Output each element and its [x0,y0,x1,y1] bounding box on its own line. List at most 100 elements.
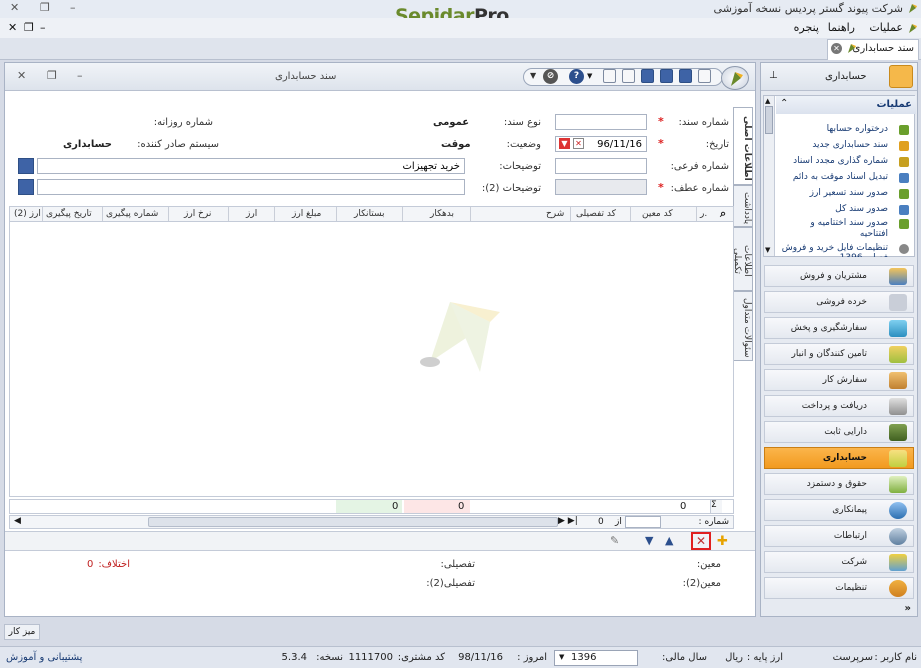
doc-restore-icon[interactable]: ❐ [47,69,57,82]
support-link[interactable]: پشتیبانی و آموزش [6,652,82,663]
scroll-left-icon[interactable]: ◀ [14,516,21,526]
doc-minimize-icon[interactable]: – [77,69,83,82]
col-moein-code[interactable]: کد معین [642,209,673,219]
module-company[interactable]: شرکت [764,551,914,573]
tab-notes[interactable]: یادداشت [733,185,753,227]
description2-input[interactable] [37,179,465,195]
mdi-minimize-icon[interactable]: – [40,21,46,34]
module-payroll[interactable]: حقوق و دستمزد [764,473,914,495]
doc-number-input[interactable] [555,114,647,130]
panel-expand-icon[interactable]: » [905,603,911,614]
module-receipts-payments[interactable]: دریافت و پرداخت [764,395,914,417]
operations-header[interactable]: عملیات ⌃ [776,96,916,114]
op-closing-opening[interactable]: صدور سند اختتامیه و [810,218,888,228]
module-retail[interactable]: خرده فروشی [764,291,914,313]
new-document-icon[interactable] [698,69,711,83]
col-rate[interactable]: نرخ ارز [184,209,211,219]
calculator-icon[interactable]: ⊘ [543,69,558,84]
col-currency[interactable]: ارز [246,209,257,219]
ops-scroll-up-icon[interactable]: ▲ [765,97,770,105]
col-tafsili-code[interactable]: کد تفصیلی [576,209,616,219]
minimize-window-icon[interactable]: – [70,1,76,14]
col-currency2[interactable]: ارز (2) [14,209,41,219]
description-input[interactable] [37,158,465,174]
edit-row-icon[interactable]: ✎ [610,534,619,547]
col-credit[interactable]: بستانکار [354,209,385,219]
module-customers-sales[interactable]: مشتریان و فروش [764,265,914,287]
module-accounting[interactable]: حسابداری [764,447,914,469]
save-close-icon[interactable] [660,69,673,83]
op-closing-opening-line2[interactable]: افتتاحیه [860,229,888,239]
delete-row-button[interactable]: ✕ [691,532,711,550]
tab-faq[interactable]: سئوالات متداول [733,291,753,361]
op-renumber[interactable]: شماره گذاری مجدد اسناد [793,156,888,166]
module-work-order[interactable]: سفارش کار [764,369,914,391]
col-tracking-date[interactable]: تاریخ پیگیری [46,209,92,219]
restore-window-icon[interactable]: ❐ [40,1,50,14]
mdi-restore-icon[interactable]: ❐ [24,21,34,34]
op-new-document[interactable]: سند حسابداری جدید [812,140,888,150]
op-exchange-document[interactable]: صدور سند تسعیر ارز [810,188,888,198]
horizontal-scrollbar[interactable] [148,517,558,527]
ops-scroll-down-icon[interactable]: ▼ [765,246,770,254]
panel-header: ⊥ حسابداری [761,63,917,91]
sub-number-input[interactable] [555,158,647,174]
help-icon[interactable]: ? [569,69,584,84]
save-new-icon[interactable] [641,69,654,83]
desk-button[interactable]: میز کار [4,624,40,640]
tab-main-info[interactable]: اطلاعات اصلی [733,107,753,185]
collapse-icon[interactable]: ⌃ [780,98,788,109]
tab-additional-info[interactable]: اطلاعات تکمیلی [732,227,753,291]
module-settings[interactable]: تنظیمات [764,577,914,599]
col-currency-amount[interactable]: مبلغ ارز [292,209,321,219]
move-down-icon[interactable]: ▼ [645,534,653,547]
module-fixed-assets[interactable]: دارایی ثابت [764,421,914,443]
module-ordering-distribution[interactable]: سفارشگیری و پخش [764,317,914,339]
document-lines-grid[interactable] [9,222,734,497]
module-communications[interactable]: ارتباطات [764,525,914,547]
op-trade-file-settings[interactable]: تنظیمات فایل خرید و فروش [782,243,888,253]
grid-search-icon[interactable]: ⌕ [720,207,726,221]
ops-scroll-thumb[interactable] [765,106,773,134]
menu-help[interactable]: راهنما [828,21,855,34]
mdi-close-icon[interactable]: ✕ [8,21,17,34]
nav-number-input[interactable] [625,516,661,528]
save-description2-icon[interactable] [18,179,34,195]
close-window-icon[interactable]: ✕ [10,1,19,14]
col-tracking-number[interactable]: شماره پیگیری [106,209,158,219]
tab-accounting-document[interactable]: ✕ سند حسابداری [827,39,919,60]
save-icon[interactable] [679,69,692,83]
col-row[interactable]: ر. [700,209,707,219]
pin-icon[interactable]: ⊥ [769,70,778,81]
grid-header: ⌕ ر. کد معین کد تفصیلی شرح بدهکار بستانک… [9,206,734,222]
op-convert-permanent[interactable]: تبدیل اسناد موقت به دائم [793,172,888,182]
close-tab-icon[interactable]: ✕ [831,43,842,54]
op-accounts-tree[interactable]: درختواره حسابها [827,124,888,134]
clear-date-icon[interactable]: ✕ [573,138,584,149]
module-contracting[interactable]: پیمانکاری [764,499,914,521]
module-suppliers-warehouse[interactable]: تامین کنندگان و انبار [764,343,914,365]
col-debit[interactable]: بدهکار [430,209,454,219]
col-description[interactable]: شرح [546,209,564,219]
print-icon[interactable] [603,69,616,83]
move-up-icon[interactable]: ▲ [665,534,673,547]
op-trade-file-settings-line2[interactable]: فصلی 1396 [840,253,888,257]
menu-operations[interactable]: عملیات [869,21,903,34]
copy-icon[interactable] [622,69,635,83]
save-description-icon[interactable] [18,158,34,174]
add-row-icon[interactable]: ✚ [717,534,728,549]
ops-scrollbar[interactable]: ▲ ▼ [764,96,775,256]
fiscal-year-select[interactable]: ▼ 1396 [554,650,638,666]
menu-window[interactable]: پنجره [794,21,819,34]
help-dropdown-icon[interactable]: ▼ [587,72,592,80]
sum-debit: 0 [458,501,465,512]
reference-number-input[interactable] [555,179,647,195]
calendar-flag-icon[interactable]: ▼ [559,138,570,149]
nav-next-icon[interactable]: ▶ ▶| [558,516,578,526]
doc-close-icon[interactable]: ✕ [17,69,26,82]
sepidar-orb-button[interactable] [721,66,749,90]
fiscal-year-dropdown-icon[interactable]: ▼ [559,653,564,661]
op-general-document[interactable]: صدور سند کل [835,204,888,214]
toolbar-dropdown-icon[interactable]: ▼ [530,71,536,80]
version-value: 5.3.4 [281,652,307,663]
